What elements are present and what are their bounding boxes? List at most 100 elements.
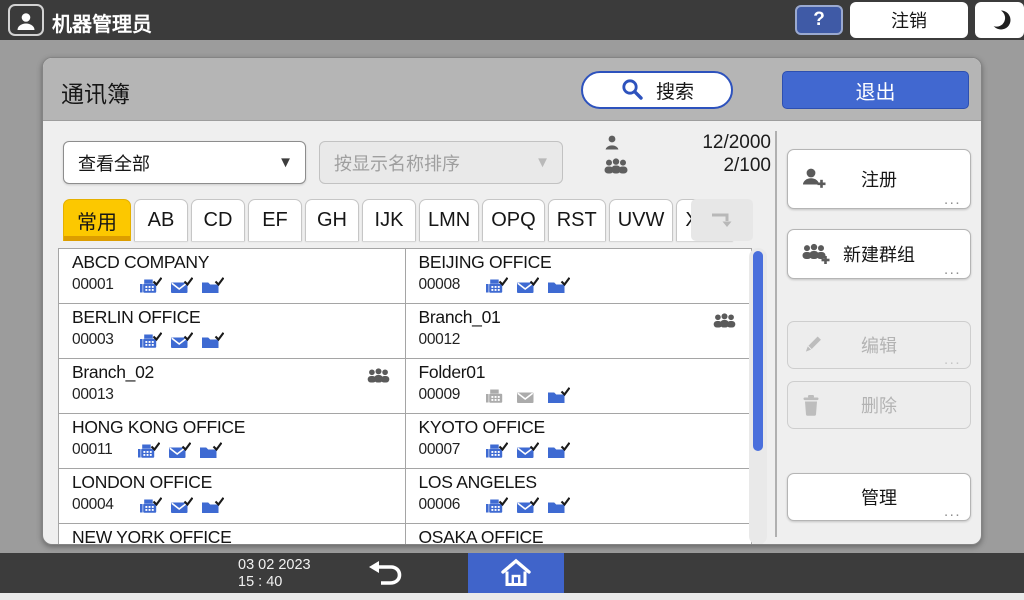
time-label: 15 : 40 <box>238 574 283 591</box>
contact-id: 00003 <box>72 331 114 348</box>
destination-icons <box>139 276 224 294</box>
contact-cell[interactable]: LONDON OFFICE 00004 <box>59 469 406 524</box>
contact-cell[interactable]: ABCD COMPANY 00001 <box>59 249 406 304</box>
contact-id: 00001 <box>72 276 114 293</box>
search-icon <box>620 77 644 104</box>
logout-button[interactable]: 注销 <box>850 2 968 38</box>
chevron-down-icon: ▼ <box>278 154 293 171</box>
user-icon <box>10 11 42 33</box>
view-filter-dropdown[interactable]: 查看全部 ▼ <box>63 141 306 184</box>
contact-name: NEW YORK OFFICE <box>72 527 232 545</box>
fax-icon <box>138 441 161 458</box>
contact-id: 00013 <box>72 386 114 403</box>
index-tab-ef[interactable]: EF <box>248 199 302 241</box>
contact-cell[interactable]: HONG KONG OFFICE 00011 <box>59 414 406 469</box>
contact-cell[interactable]: NEW YORK OFFICE <box>59 524 406 545</box>
index-tab-cd[interactable]: CD <box>191 199 245 241</box>
contact-name: KYOTO OFFICE <box>418 417 546 437</box>
folder-icon <box>548 386 571 403</box>
contact-id: 00009 <box>418 386 461 403</box>
fax-icon <box>139 276 162 293</box>
contact-id: 00011 <box>72 441 113 458</box>
folder-icon <box>200 441 223 458</box>
tab-switch-button[interactable] <box>691 199 753 241</box>
contact-cell[interactable]: LOS ANGELES 00006 <box>405 469 752 524</box>
delete-button[interactable]: 删除 <box>787 381 971 429</box>
contact-cell[interactable]: BERLIN OFFICE 00003 <box>59 304 406 359</box>
register-button[interactable]: 注册 ... <box>787 149 971 209</box>
destination-icons <box>139 496 224 514</box>
fax-icon <box>139 331 162 348</box>
contact-cell[interactable]: Folder01 00009 <box>405 359 752 414</box>
address-book-panel: 通讯簿 搜索 退出 查看全部 ▼ 按显示名称排序 ▼ 12/2000 2/100… <box>42 57 982 545</box>
more-dots-icon: ... <box>943 260 961 278</box>
index-tab-ijk[interactable]: IJK <box>362 199 416 241</box>
contact-name: HONG KONG OFFICE <box>72 417 246 437</box>
search-button[interactable]: 搜索 <box>581 71 733 109</box>
chevron-down-icon: ▼ <box>535 154 550 171</box>
contact-count-icon <box>603 134 621 152</box>
panel-header: 通讯簿 搜索 退出 <box>43 58 981 121</box>
search-label: 搜索 <box>655 81 694 103</box>
delete-label: 删除 <box>861 396 897 416</box>
exit-button[interactable]: 退出 <box>782 71 969 109</box>
email-icon <box>517 276 540 293</box>
contact-cell[interactable]: Branch_01 00012 <box>405 304 752 359</box>
user-account-button[interactable] <box>8 4 44 36</box>
destination-icons <box>138 441 223 459</box>
email-icon <box>517 441 540 458</box>
destination-icons <box>486 441 571 459</box>
manage-button[interactable]: 管理 ... <box>787 473 971 521</box>
contact-cell[interactable]: BEIJING OFFICE 00008 <box>405 249 752 304</box>
index-tab-opq[interactable]: OPQ <box>482 199 545 241</box>
edit-label: 编辑 <box>861 336 897 356</box>
fax-icon <box>139 496 162 513</box>
sleep-mode-button[interactable] <box>975 2 1024 38</box>
contact-count: 12/2000 <box>702 131 771 153</box>
contact-cell[interactable]: KYOTO OFFICE 00007 <box>405 414 752 469</box>
destination-icons <box>486 386 571 404</box>
help-button[interactable]: ? <box>795 5 843 35</box>
group-icon <box>712 312 737 333</box>
index-tab-strip: 常用ABCDEFGHIJKLMNOPQRSTUVWXYZ <box>63 199 734 241</box>
contact-name: LOS ANGELES <box>418 472 538 492</box>
view-filter-value: 查看全部 <box>78 153 150 174</box>
fax-icon <box>486 496 509 513</box>
manage-label: 管理 <box>861 488 897 508</box>
contact-name: OSAKA OFFICE <box>418 527 544 545</box>
sort-order-dropdown[interactable]: 按显示名称排序 ▼ <box>319 141 563 184</box>
contact-cell[interactable]: OSAKA OFFICE <box>405 524 752 545</box>
contact-name: Branch_02 <box>72 362 154 382</box>
capacity-counters: 12/2000 2/100 <box>603 131 771 177</box>
contact-name: ABCD COMPANY <box>72 252 210 272</box>
contact-id: 00004 <box>72 496 114 513</box>
back-button[interactable] <box>348 553 420 593</box>
index-tab-ab[interactable]: AB <box>134 199 188 241</box>
folder-icon <box>548 276 571 293</box>
index-tab-rst[interactable]: RST <box>547 199 606 241</box>
register-label: 注册 <box>861 170 897 190</box>
index-tab-frequent[interactable]: 常用 <box>63 199 131 241</box>
page-title: 通讯簿 <box>61 81 130 107</box>
scrollbar-thumb[interactable] <box>753 251 763 451</box>
group-count-icon <box>603 157 629 174</box>
device-screen: 机器管理员 ? 注销 通讯簿 搜索 退出 查看全部 ▼ 按显示名称排序 ▼ 12… <box>0 0 1024 600</box>
group-icon <box>366 367 391 388</box>
contact-name: Branch_01 <box>418 307 501 327</box>
email-icon <box>170 331 193 348</box>
index-tab-lmn[interactable]: LMN <box>419 199 480 241</box>
email-icon <box>170 496 193 513</box>
index-tab-gh[interactable]: GH <box>305 199 359 241</box>
datetime-display: 03 02 2023 15 : 40 <box>238 557 311 592</box>
logged-in-user-label: 机器管理员 <box>52 14 152 36</box>
index-tab-uvw[interactable]: UVW <box>608 199 674 241</box>
group-count: 2/100 <box>723 154 771 176</box>
contact-cell[interactable]: Branch_02 00013 <box>59 359 406 414</box>
swap-arrows-icon <box>691 207 753 233</box>
fax-icon <box>486 276 509 293</box>
edit-button[interactable]: 编辑 ... <box>787 321 971 369</box>
home-button[interactable] <box>468 553 564 593</box>
scrollbar-track[interactable] <box>749 248 767 544</box>
new-group-button[interactable]: 新建群组 ... <box>787 229 971 279</box>
fax-icon <box>486 389 503 403</box>
